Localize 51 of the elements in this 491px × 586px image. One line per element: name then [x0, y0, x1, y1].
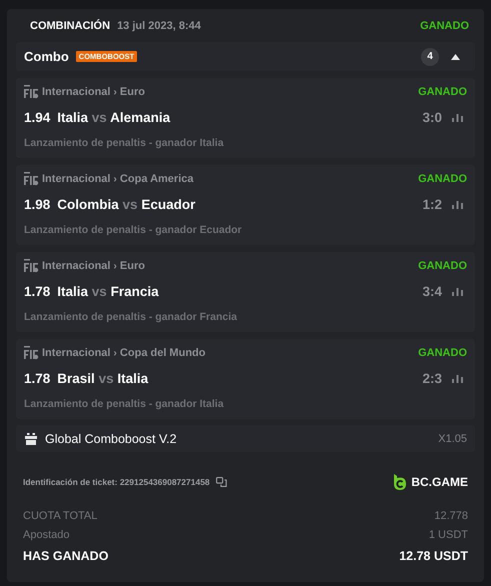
- league-name: Internacional › Euro: [42, 86, 145, 98]
- league-name: Internacional › Copa del Mundo: [42, 347, 206, 359]
- brand-logo-icon: [393, 474, 408, 490]
- total-value: 12.778: [434, 510, 468, 522]
- match-score: 3:4: [422, 284, 442, 298]
- match-teams: Brasil vs Italia: [57, 370, 148, 386]
- boost-name: Global Comboboost V.2: [45, 432, 177, 446]
- total-label: CUOTA TOTAL: [23, 510, 98, 522]
- gift-icon: [25, 432, 37, 444]
- selection-status: GANADO: [418, 347, 467, 359]
- bet-type: COMBINACIÓN: [30, 20, 110, 32]
- ticket-id: Identificación de ticket: 2291254369087271458: [23, 477, 210, 487]
- combo-title: Combo: [24, 49, 69, 64]
- league-logo-icon: [24, 172, 39, 186]
- selection-status: GANADO: [418, 173, 467, 185]
- brand-name: BC.GAME: [411, 475, 468, 489]
- match-teams: Colombia vs Ecuador: [57, 196, 196, 212]
- leg-count: 4: [421, 48, 439, 66]
- stats-icon[interactable]: [452, 286, 463, 296]
- match-teams: Italia vs Francia: [57, 284, 159, 298]
- selection-odds: 1.98: [24, 196, 50, 212]
- league-name: Internacional › Euro: [42, 260, 145, 272]
- stats-icon[interactable]: [452, 199, 463, 209]
- total-label: HAS GANADO: [23, 549, 108, 563]
- league-name: Internacional › Copa America: [42, 173, 194, 185]
- copy-icon[interactable]: [216, 477, 227, 487]
- match-score: 3:0: [422, 110, 442, 124]
- bet-status: GANADO: [420, 20, 469, 32]
- league-logo-icon: [24, 346, 39, 360]
- market-description: Lanzamiento de penaltis - ganador Italia: [24, 398, 225, 410]
- selection-status: GANADO: [418, 86, 467, 98]
- boost-multiplier: X1.05: [438, 432, 467, 444]
- league-logo-icon: [24, 259, 39, 273]
- bet-date: 13 jul 2023, 8:44: [117, 20, 201, 32]
- league-logo-icon: [24, 85, 39, 99]
- selection-odds: 1.78: [24, 284, 50, 298]
- match-score: 1:2: [422, 196, 442, 212]
- total-value: 12.78 USDT: [399, 549, 468, 563]
- total-label: Apostado: [23, 528, 70, 540]
- stats-icon[interactable]: [452, 373, 463, 383]
- market-description: Lanzamiento de penaltis - ganador Ecuador: [24, 224, 243, 236]
- caret-icon[interactable]: [451, 54, 460, 60]
- market-description: Lanzamiento de penaltis - ganador Italia: [24, 137, 225, 149]
- match-score: 2:3: [422, 370, 442, 386]
- market-description: Lanzamiento de penaltis - ganador Francia: [24, 311, 238, 323]
- selection-status: GANADO: [418, 260, 467, 272]
- match-teams: Italia vs Alemania: [57, 110, 170, 124]
- selection-odds: 1.78: [24, 370, 50, 386]
- selection-odds: 1.94: [24, 110, 50, 124]
- total-value: 1 USDT: [428, 528, 468, 540]
- stats-icon[interactable]: [452, 112, 463, 122]
